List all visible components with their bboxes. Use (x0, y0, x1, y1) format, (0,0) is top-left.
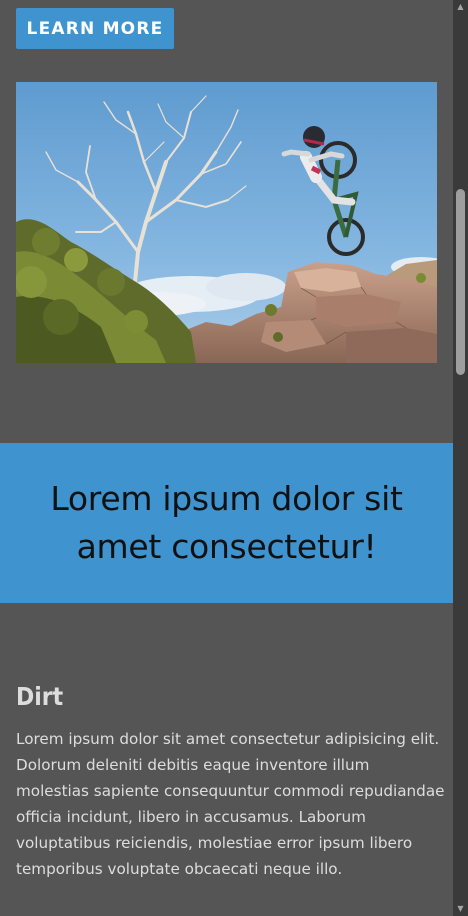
scrollbar-thumb[interactable] (456, 189, 465, 375)
hero-photo (16, 82, 437, 363)
learn-more-button[interactable]: LEARN MORE (16, 8, 174, 49)
section-title: Dirt (16, 682, 64, 711)
banner-headline: Lorem ipsum dolor sit amet consectetur! (50, 479, 403, 566)
page-content: LEARN MORE Lorem ipsum dolor sit amet co… (0, 0, 453, 916)
headline-banner: Lorem ipsum dolor sit amet consectetur! (0, 443, 453, 603)
vertical-scrollbar[interactable]: ▲ ▼ (453, 0, 468, 916)
triangle-up-icon[interactable]: ▲ (453, 0, 468, 14)
triangle-down-icon[interactable]: ▼ (453, 902, 468, 916)
section-body-text: Lorem ipsum dolor sit amet consectetur a… (16, 730, 445, 878)
